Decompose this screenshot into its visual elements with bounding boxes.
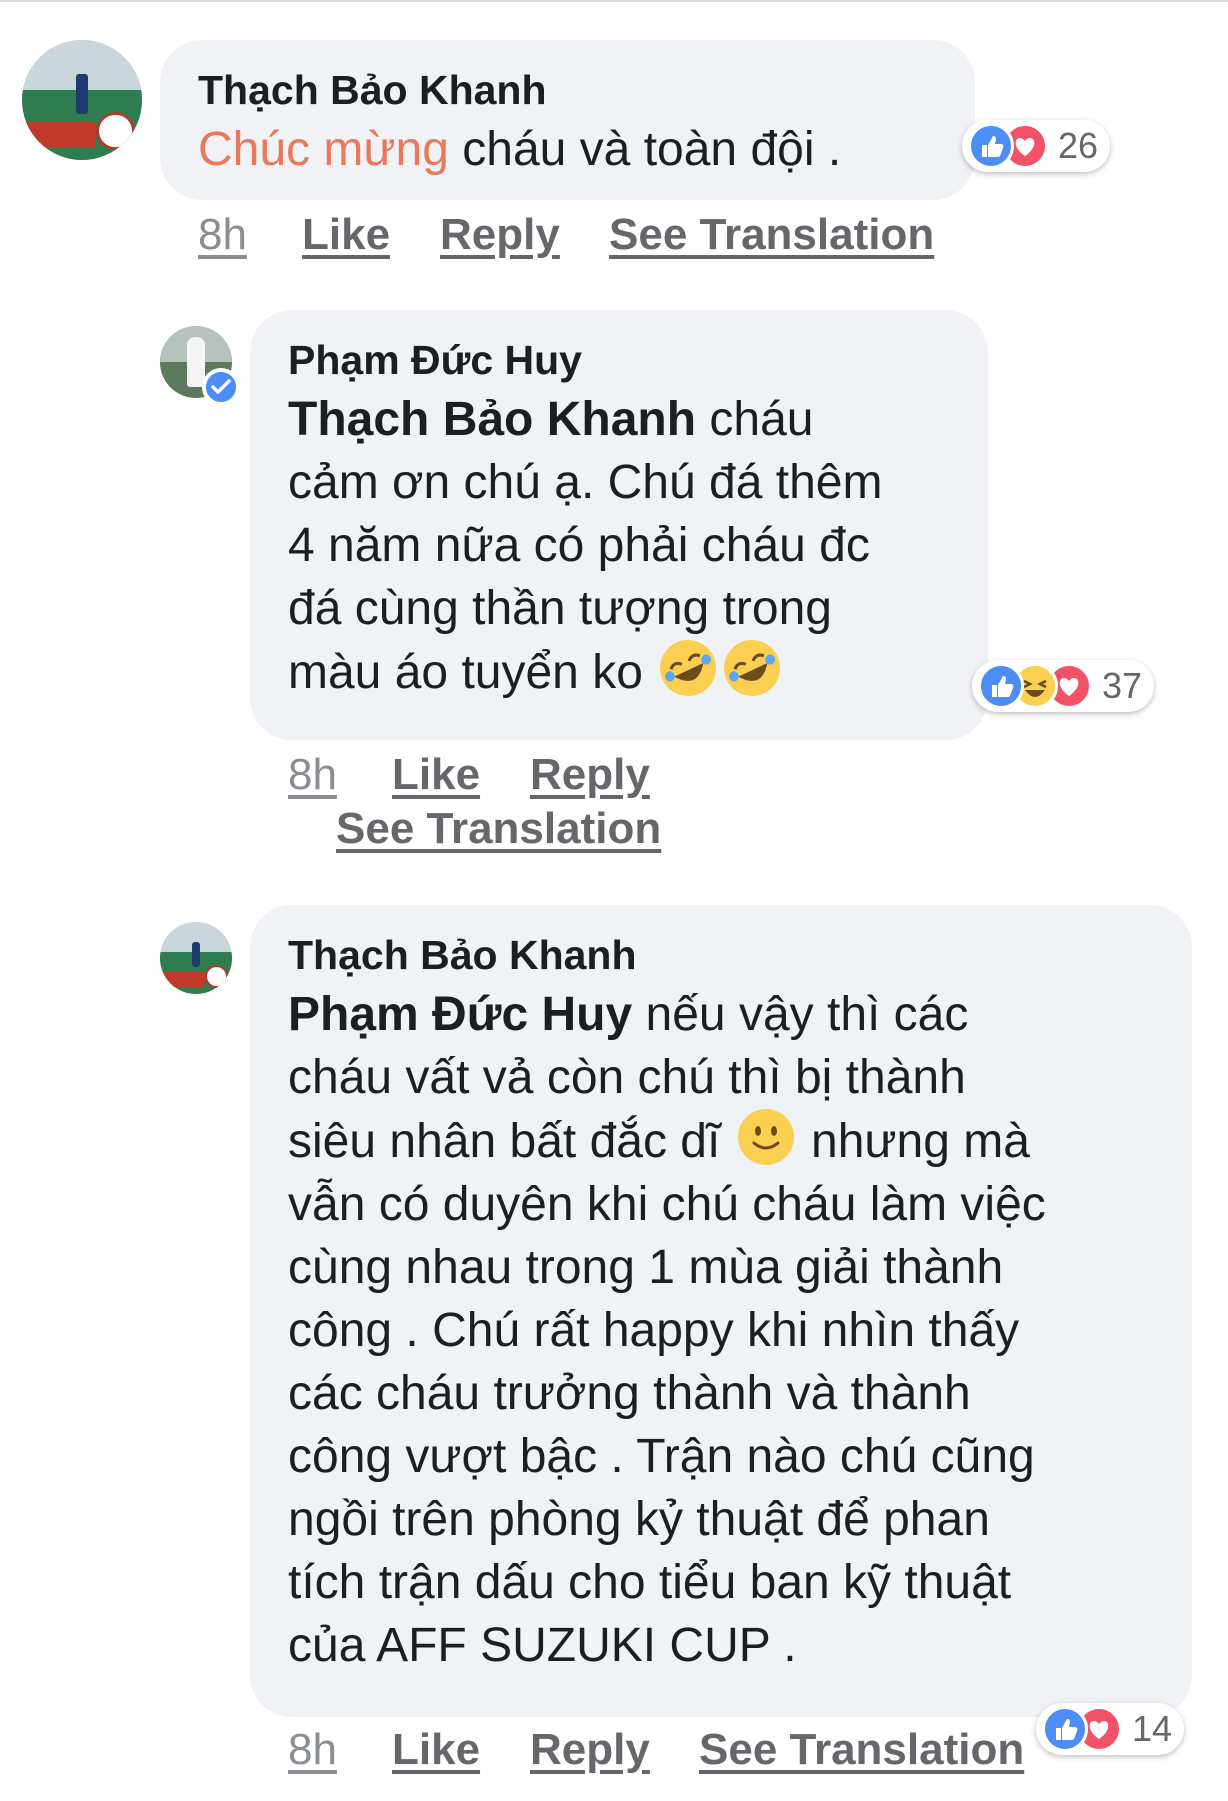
see-translation-link[interactable]: See Translation	[699, 1725, 1024, 1775]
like-button[interactable]: Like	[392, 750, 480, 800]
like-button[interactable]: Like	[392, 1725, 480, 1775]
comment-author[interactable]: Thạch Bảo Khanh	[198, 62, 937, 118]
timestamp[interactable]: 8h	[198, 210, 247, 260]
like-reaction-icon	[968, 123, 1014, 169]
reply-button[interactable]: Reply	[530, 1725, 650, 1775]
like-reaction-icon	[978, 663, 1024, 709]
reaction-count: 14	[1132, 1708, 1173, 1749]
comment-author[interactable]: Phạm Đức Huy	[288, 332, 950, 388]
reply-button[interactable]: Reply	[530, 750, 650, 800]
comment-actions: 8h Like Reply See Translation	[198, 210, 998, 266]
reaction-count: 26	[1058, 125, 1099, 166]
comment-actions: 8h Like Reply See Translation	[288, 1725, 1068, 1781]
rofl-emoji	[651, 630, 726, 706]
comment-author[interactable]: Thạch Bảo Khanh	[288, 927, 1154, 983]
see-translation-link[interactable]: See Translation	[336, 804, 661, 854]
comment-bubble: Thạch Bảo Khanh Chúc mừng cháu và toàn đ…	[160, 40, 975, 200]
comment-text: Thạch Bảo Khanh cháu cảm ơn chú ạ. Chú đ…	[288, 388, 950, 706]
avatar-thach-bao-khanh[interactable]	[22, 40, 142, 160]
reaction-count: 37	[1102, 665, 1143, 706]
reactions-summary[interactable]: 26	[962, 120, 1111, 172]
mention-link[interactable]: Phạm Đức Huy	[288, 988, 632, 1041]
like-reaction-icon	[1042, 1706, 1088, 1752]
verified-badge-icon	[202, 368, 240, 406]
comment-text: Chúc mừng cháu và toàn đội .	[198, 123, 842, 176]
timestamp[interactable]: 8h	[288, 1725, 337, 1775]
mention-link[interactable]: Thạch Bảo Khanh	[288, 393, 696, 446]
rofl-emoji	[715, 630, 790, 706]
avatar-thach-bao-khanh[interactable]	[160, 922, 232, 994]
comment-actions: 8h Like Reply See Translation	[288, 750, 988, 860]
comment-text: Phạm Đức Huy nếu vậy thì các cháu vất vả…	[288, 988, 1046, 1672]
tagged-text[interactable]: Chúc mừng	[198, 123, 449, 176]
like-button[interactable]: Like	[302, 210, 390, 260]
slight-smile-emoji	[737, 1109, 794, 1165]
reply-button[interactable]: Reply	[440, 210, 560, 260]
comment-bubble: Phạm Đức Huy Thạch Bảo Khanh cháu cảm ơn…	[250, 310, 988, 740]
reactions-summary[interactable]: 37	[972, 660, 1155, 712]
timestamp[interactable]: 8h	[288, 750, 337, 800]
see-translation-link[interactable]: See Translation	[609, 210, 934, 260]
comment-bubble: Thạch Bảo Khanh Phạm Đức Huy nếu vậy thì…	[250, 905, 1192, 1717]
top-divider	[0, 0, 1228, 2]
reactions-summary[interactable]: 14	[1036, 1703, 1185, 1755]
